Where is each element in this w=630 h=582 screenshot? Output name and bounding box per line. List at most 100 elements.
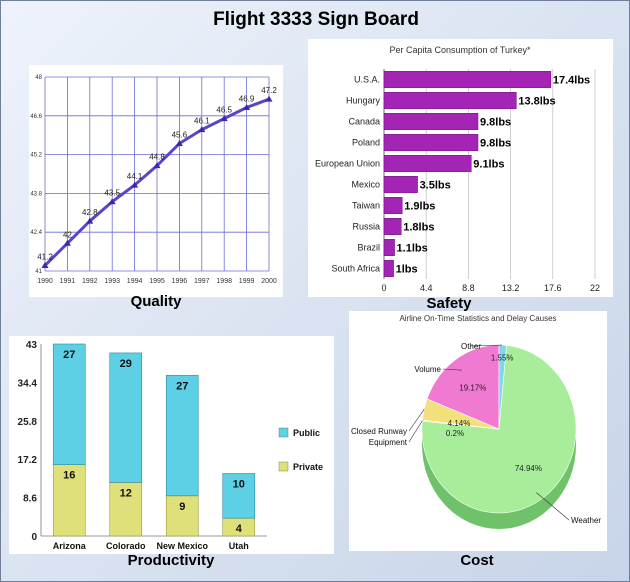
bar <box>383 113 479 130</box>
data-label: 9 <box>179 501 185 513</box>
x-tick-label: 1993 <box>104 278 120 285</box>
chart-title: Per Capita Consumption of Turkey* <box>389 45 531 55</box>
bar <box>383 92 517 109</box>
productivity-chart: 0 8.6 17.2 25.8 34.4 43 16 27 Arizona 12 29 Colorad… <box>18 340 324 551</box>
cost-caption: Cost <box>460 552 494 569</box>
x-tick-label: 13.2 <box>502 283 520 293</box>
data-label: 12 <box>120 487 132 499</box>
data-label: 27 <box>176 380 188 392</box>
x-tick-label: 1990 <box>37 278 53 285</box>
data-label: 9.8lbs <box>480 138 511 150</box>
slice-pct: 4.14% <box>448 419 471 428</box>
slice-pct: 1.55% <box>491 354 514 363</box>
data-label: 13.8lbs <box>518 96 555 108</box>
slice-pct: 0.2% <box>446 429 464 438</box>
productivity-panel: 0 8.6 17.2 25.8 34.4 43 16 27 Arizona 12 29 Colorad… <box>9 336 334 554</box>
x-tick-label: 17.6 <box>544 283 562 293</box>
x-tick-label: 1994 <box>127 278 143 285</box>
safety-caption: Safety <box>426 295 472 312</box>
sign-board: Flight 3333 Sign Board 41 42.4 43.8 45.2 46.… <box>0 0 630 582</box>
x-tick-label: 1991 <box>60 278 76 285</box>
slice-label: Closed Runway <box>351 427 407 436</box>
y-tick-label: 8.6 <box>23 494 37 505</box>
y-tick-label: European Union <box>315 159 380 169</box>
y-tick-label: Russia <box>352 222 380 232</box>
data-label: 44.8 <box>149 153 165 162</box>
y-tick-label: 48 <box>35 75 42 81</box>
data-label: 3.5lbs <box>420 180 451 192</box>
x-tick-label: 1997 <box>194 278 210 285</box>
slice-label: Equipment <box>369 438 408 447</box>
data-label: 41.2 <box>37 252 53 261</box>
data-label: 1lbs <box>396 264 418 276</box>
x-tick-label: 8.8 <box>462 283 475 293</box>
cost-panel: Airline On-Time Statistics and Delay Cau… <box>349 311 607 551</box>
safety-chart: Per Capita Consumption of Turkey* 0 4.4 8.8… <box>315 45 600 293</box>
data-label: 9.8lbs <box>480 117 511 129</box>
data-label: 42.8 <box>82 208 98 217</box>
data-label: 29 <box>120 358 132 370</box>
y-tick-label: 0 <box>31 532 37 543</box>
data-label: 46.1 <box>194 117 210 126</box>
legend-label: Public <box>293 428 320 438</box>
data-label: 47.2 <box>261 86 277 95</box>
legend-swatch <box>278 461 289 472</box>
quality-caption: Quality <box>130 293 182 310</box>
slice-label: Other <box>461 342 481 351</box>
quality-panel: 41 42.4 43.8 45.2 46.6 48 1990 1991 1992 1993 1994… <box>29 65 283 297</box>
legend-label: Private <box>293 462 323 472</box>
data-label: 44.1 <box>127 172 143 181</box>
data-label: 46.5 <box>216 106 232 115</box>
x-tick-label: Arizona <box>53 541 87 551</box>
bar <box>383 218 402 235</box>
bar-public <box>109 352 143 483</box>
legend-swatch <box>278 427 289 438</box>
y-tick-label: Taiwan <box>352 201 380 211</box>
y-tick-label: 46.6 <box>30 114 42 120</box>
data-label: 27 <box>63 349 75 361</box>
x-tick-label: 1995 <box>149 278 165 285</box>
y-tick-label: Poland <box>352 138 380 148</box>
y-tick-label: Mexico <box>351 180 380 190</box>
chart-title: Airline On-Time Statistics and Delay Cau… <box>399 314 556 323</box>
safety-panel: Per Capita Consumption of Turkey* 0 4.4 8.8… <box>308 39 613 297</box>
y-tick-label: 42.4 <box>30 230 42 236</box>
x-tick-label: Colorado <box>106 541 146 551</box>
data-label: 42 <box>63 230 72 239</box>
y-tick-label: Hungary <box>346 96 381 106</box>
y-tick-label: 25.8 <box>18 417 38 428</box>
slice-label: Volume <box>414 365 441 374</box>
y-tick-label: Brazil <box>357 243 380 253</box>
x-tick-label: 1992 <box>82 278 98 285</box>
data-label: 16 <box>63 470 75 482</box>
y-tick-label: South Africa <box>331 264 380 274</box>
y-tick-label: 17.2 <box>18 455 38 466</box>
bar <box>383 260 394 277</box>
y-tick-label: 41 <box>35 269 42 275</box>
y-tick-label: 43 <box>26 340 38 351</box>
data-label: 46.9 <box>239 94 255 103</box>
x-tick-label: 4.4 <box>420 283 433 293</box>
y-tick-label: U.S.A. <box>354 75 380 85</box>
leader-line <box>408 420 423 443</box>
y-tick-label: 43.8 <box>30 191 42 197</box>
quality-chart: 41 42.4 43.8 45.2 46.6 48 1990 1991 1992 1993 1994… <box>30 75 277 285</box>
y-tick-label: 34.4 <box>18 378 38 389</box>
y-tick-label: 45.2 <box>30 153 42 159</box>
data-label: 17.4lbs <box>553 75 590 87</box>
data-label: 9.1lbs <box>473 159 504 171</box>
data-label: 43.5 <box>104 189 120 198</box>
x-tick-label: Utah <box>229 541 249 551</box>
data-label: 1.1lbs <box>397 243 428 255</box>
x-tick-label: New Mexico <box>156 541 208 551</box>
data-label: 10 <box>233 478 245 490</box>
x-tick-label: 0 <box>381 283 386 293</box>
bar-public <box>165 374 199 497</box>
slice-pct: 74.94% <box>515 464 542 473</box>
bar <box>383 197 403 214</box>
slice-pct: 19.17% <box>459 383 486 392</box>
bar-public <box>52 343 86 465</box>
data-label: 45.6 <box>172 131 188 140</box>
bar <box>383 71 552 88</box>
bar <box>383 155 472 172</box>
